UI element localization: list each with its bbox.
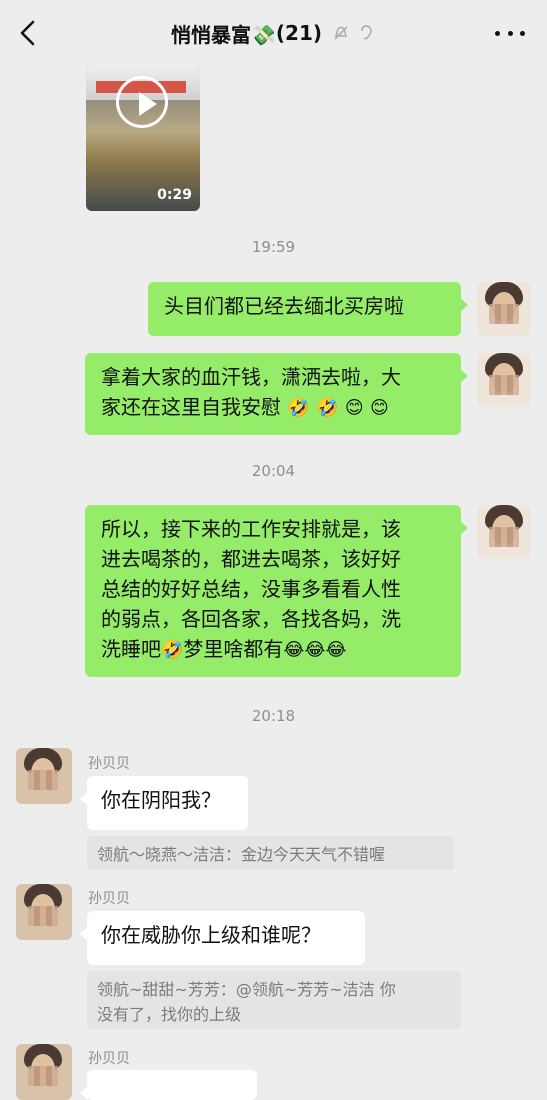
sender-name: 孙贝贝 — [88, 1051, 130, 1067]
quoted-message-text: 领航～晓燕～洁洁：金边今天天气不错喔 — [97, 845, 386, 864]
mute-bell-icon — [334, 26, 348, 40]
avatar-mosaic — [489, 527, 519, 547]
chat-title-text: 悄悄暴富💸 — [170, 22, 276, 47]
timestamp: 20:04 — [251, 462, 296, 480]
timestamp: 19:59 — [251, 238, 296, 256]
rolling-laughing-emoji-icon: 🤣 — [287, 397, 310, 419]
message-text-line: 所以，接下来的工作安排就是，该 — [101, 517, 401, 541]
avatar[interactable] — [477, 353, 531, 407]
more-dot-icon — [520, 30, 525, 36]
more-dot-icon — [507, 30, 513, 36]
avatar[interactable] — [477, 282, 531, 336]
joy-emoji-icon: 😂 — [304, 639, 326, 661]
play-icon[interactable] — [116, 76, 168, 128]
message-bubble[interactable]: 你在威胁你上级和谁呢？ — [80, 911, 365, 965]
quoted-message[interactable]: 领航～晓燕～洁洁：金边今天天气不错喔 — [87, 836, 454, 870]
quoted-message[interactable]: 领航~甜甜~芳芳：@领航~芳芳~洁洁 你 没有了，找你的上级 — [87, 971, 461, 1029]
message-text-line: 梦里啥都有 — [183, 637, 284, 661]
message-text-line: 的弱点，各回各家，各找各妈，洗 — [101, 607, 401, 631]
quoted-message-line: 没有了，找你的上级 — [97, 1005, 242, 1024]
avatar-mosaic — [28, 1066, 58, 1086]
message-text: 你在威胁你上级和谁呢？ — [101, 923, 321, 947]
chat-message-list[interactable]: 0:29 19:59 头目们都已经去缅北买房啦 拿着大家的血汗钱，潇洒去啦，大 … — [0, 66, 547, 1100]
joy-emoji-icon: 😂 — [325, 639, 347, 661]
more-dot-icon — [495, 30, 500, 36]
video-duration: 0:29 — [157, 187, 192, 203]
ear-icon — [361, 25, 372, 40]
top-navigation-bar: 悄悄暴富💸 (21) — [0, 0, 547, 66]
timestamp: 20:18 — [251, 707, 296, 725]
message-text-line: 总结的好好总结，没事多看看人性 — [101, 577, 401, 601]
avatar-mosaic — [28, 770, 58, 790]
message-bubble[interactable]: 你在阴阳我？ — [80, 776, 248, 830]
message-text-line: 进去喝茶的，都进去喝茶，该好好 — [101, 547, 401, 571]
smile-emoji-icon: 😊 — [370, 397, 389, 419]
quoted-message-line: 领航~甜甜~芳芳：@领航~芳芳~洁洁 你 — [97, 980, 396, 999]
avatar[interactable] — [16, 1044, 72, 1100]
message-bubble[interactable]: 头目们都已经去缅北买房啦 — [148, 282, 468, 336]
title-status-icons — [332, 24, 376, 42]
message-bubble-partial[interactable] — [80, 1070, 257, 1100]
message-text-line: 拿着大家的血汗钱，潇洒去啦，大 — [101, 365, 401, 389]
more-options-button[interactable] — [495, 18, 525, 48]
avatar-mosaic — [489, 375, 519, 395]
message-text: 你在阴阳我？ — [101, 788, 221, 812]
avatar[interactable] — [16, 884, 72, 940]
rolling-laughing-emoji-icon: 🤣 — [316, 397, 339, 419]
rolling-laughing-emoji-icon: 🤣 — [161, 639, 184, 661]
joy-emoji-icon: 😂 — [283, 639, 305, 661]
avatar-mosaic — [489, 304, 519, 324]
avatar[interactable] — [16, 748, 72, 804]
message-bubble[interactable]: 所以，接下来的工作安排就是，该 进去喝茶的，都进去喝茶，该好好 总结的好好总结，… — [85, 505, 468, 677]
sender-name: 孙贝贝 — [88, 891, 130, 907]
chat-title: 悄悄暴富💸 (21) — [0, 0, 547, 66]
avatar-mosaic — [28, 906, 58, 926]
message-text-line: 家还在这里自我安慰 — [101, 395, 281, 419]
smile-emoji-icon: 😊 — [344, 397, 364, 419]
message-text: 头目们都已经去缅北买房啦 — [164, 294, 404, 318]
message-text-line: 洗睡吧 — [101, 637, 161, 661]
group-member-count: (21) — [275, 21, 323, 45]
video-message-thumbnail[interactable]: 0:29 — [86, 66, 200, 211]
message-bubble[interactable]: 拿着大家的血汗钱，潇洒去啦，大 家还在这里自我安慰 🤣 🤣 😊 😊 — [85, 353, 468, 435]
sender-name: 孙贝贝 — [88, 756, 130, 772]
avatar[interactable] — [477, 505, 531, 559]
